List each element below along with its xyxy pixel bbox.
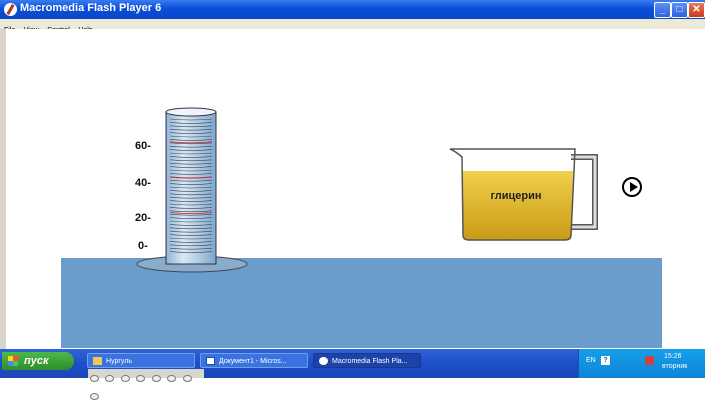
quick-launch-bar [88, 369, 204, 400]
scale-label-20: 20- [135, 212, 151, 224]
help-icon[interactable]: ? [601, 356, 610, 365]
start-button[interactable]: пуск [2, 352, 74, 370]
glycerin-liquid [462, 171, 573, 240]
flash-icon [319, 357, 328, 366]
quick-launch-icon[interactable] [120, 375, 130, 382]
quick-launch-icon[interactable] [151, 375, 161, 382]
clock-day: вторник [662, 363, 688, 370]
network-icon[interactable] [645, 356, 654, 365]
quick-launch-icon[interactable] [90, 393, 99, 400]
scale-label-60: 60- [135, 140, 151, 152]
scale-label-40: 40- [135, 177, 151, 189]
flash-player-icon [4, 3, 17, 16]
play-circle-icon[interactable] [622, 177, 642, 197]
window-title: Macromedia Flash Player 6 [20, 2, 162, 14]
taskbar-item-flash[interactable]: Macromedia Flash Pla... [313, 353, 421, 368]
taskbar-item-folder[interactable]: Нургуль [87, 353, 195, 368]
quick-launch-icon[interactable] [182, 375, 192, 382]
task-label: Нургуль [106, 358, 133, 365]
folder-icon [93, 357, 102, 366]
graduated-cylinder[interactable] [130, 105, 255, 275]
clock-time[interactable]: 15:26 [664, 353, 682, 360]
quick-launch-icon[interactable] [136, 375, 146, 382]
quick-launch-icon[interactable] [105, 375, 115, 382]
task-label: Macromedia Flash Pla... [332, 358, 408, 365]
beaker-label: глицерин [490, 190, 542, 202]
windows-logo-icon [8, 356, 18, 366]
scale-label-0: 0- [138, 240, 148, 252]
menu-bar: File View Control Help [0, 19, 705, 34]
maximize-button[interactable]: □ [671, 2, 688, 18]
word-icon [206, 357, 215, 366]
quick-launch-icon[interactable] [167, 375, 177, 382]
language-indicator[interactable]: EN [586, 357, 596, 364]
taskbar-item-word[interactable]: Документ1 - Micros... [200, 353, 308, 368]
minimize-button[interactable]: _ [654, 2, 671, 18]
cylinder-rim [165, 107, 217, 117]
start-label: пуск [24, 355, 49, 367]
quick-launch-icon[interactable] [90, 375, 99, 382]
close-button[interactable]: ✕ [688, 2, 705, 18]
task-label: Документ1 - Micros... [219, 358, 287, 365]
title-bar[interactable]: Macromedia Flash Player 6 _ □ ✕ [0, 0, 705, 19]
